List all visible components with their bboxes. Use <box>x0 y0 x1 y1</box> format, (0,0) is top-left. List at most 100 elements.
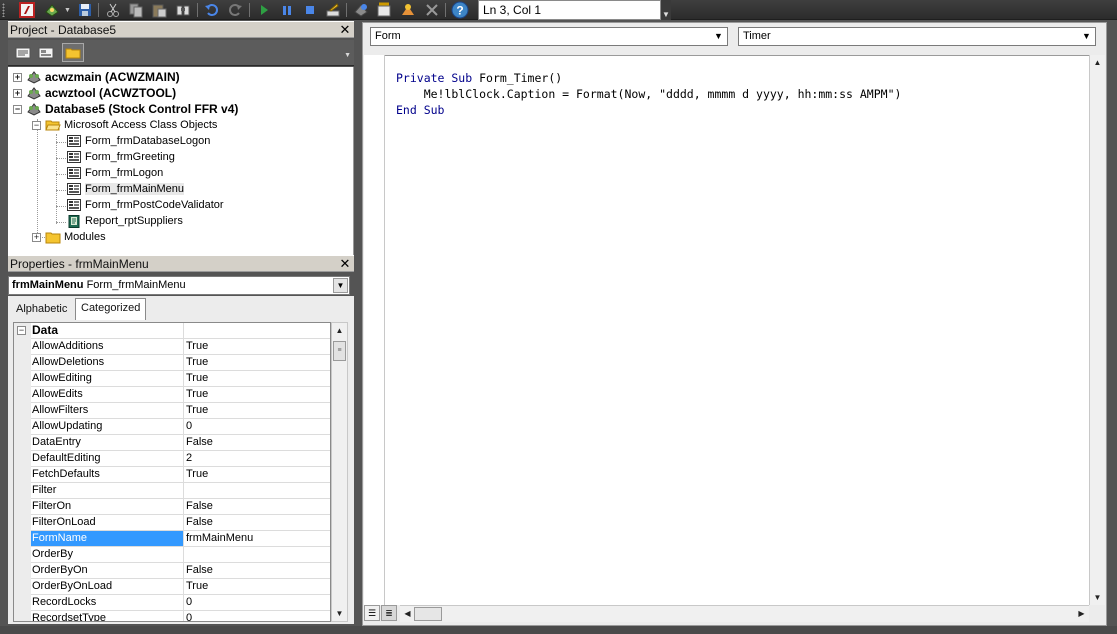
property-value[interactable]: False <box>185 435 330 450</box>
property-value[interactable]: False <box>185 563 330 578</box>
property-row[interactable]: AllowDeletions True <box>14 355 330 371</box>
scroll-up-icon[interactable]: ▲ <box>332 323 347 338</box>
view-access-icon[interactable] <box>17 1 37 19</box>
property-value[interactable]: True <box>185 467 330 482</box>
break-icon[interactable] <box>277 1 297 19</box>
property-row[interactable]: AllowEditing True <box>14 371 330 387</box>
tree-node-database5[interactable]: − Database5 (Stock Control FFR v4) <box>13 101 238 117</box>
tree-node-acwztool[interactable]: + acwztool (ACWZTOOL) <box>13 85 176 101</box>
procedure-view-icon[interactable]: ☰ <box>364 605 380 621</box>
property-row[interactable]: OrderByOn False <box>14 563 330 579</box>
toggle-folders-icon[interactable] <box>62 43 84 62</box>
help-icon[interactable]: ? <box>450 1 470 19</box>
scroll-left-icon[interactable]: ◀ <box>400 606 415 621</box>
property-row[interactable]: OrderBy <box>14 547 330 563</box>
toolbar-chevron-icon[interactable]: ▼ <box>344 52 351 59</box>
property-value[interactable]: False <box>185 515 330 530</box>
tree-node-form-frmpostcodevalidator[interactable]: Form_frmPostCodeValidator <box>66 197 224 213</box>
find-icon[interactable] <box>173 1 193 19</box>
view-code-icon[interactable] <box>12 43 34 62</box>
property-value[interactable]: 2 <box>185 451 330 466</box>
view-object-icon[interactable] <box>35 43 57 62</box>
margin-indicator-bar[interactable] <box>364 55 385 605</box>
property-row[interactable]: Filter <box>14 483 330 499</box>
property-row[interactable]: FilterOn False <box>14 499 330 515</box>
scroll-thumb[interactable]: ≡ <box>333 341 346 361</box>
object-combo[interactable]: Form ▼ <box>370 27 728 46</box>
property-value[interactable]: True <box>185 579 330 594</box>
run-icon[interactable] <box>254 1 274 19</box>
close-icon[interactable]: ✕ <box>338 257 352 271</box>
tab-categorized[interactable]: Categorized <box>75 298 147 320</box>
object-browser-icon[interactable] <box>398 1 418 19</box>
property-row[interactable]: FilterOnLoad False <box>14 515 330 531</box>
property-row[interactable]: OrderByOnLoad True <box>14 579 330 595</box>
tree-node-form-frmmainmenu[interactable]: Form_frmMainMenu <box>66 181 185 197</box>
toolbar-grip[interactable] <box>2 3 5 17</box>
tree-node-form-frmlogon[interactable]: Form_frmLogon <box>66 165 163 181</box>
property-row[interactable]: RecordsetType 0 <box>14 611 330 621</box>
tree-node-class-objects[interactable]: − Microsoft Access Class Objects <box>32 117 217 133</box>
scroll-down-icon[interactable]: ▼ <box>1090 590 1105 605</box>
category-row-data[interactable]: − Data <box>14 323 330 339</box>
property-row[interactable]: AllowAdditions True <box>14 339 330 355</box>
toolbox-icon[interactable] <box>422 1 442 19</box>
save-icon[interactable] <box>75 1 95 19</box>
code-vertical-scrollbar[interactable]: ▲ ▼ <box>1089 55 1105 605</box>
property-row[interactable]: AllowUpdating 0 <box>14 419 330 435</box>
reset-icon[interactable] <box>300 1 320 19</box>
design-mode-icon[interactable] <box>323 1 343 19</box>
chevron-down-icon[interactable]: ▼ <box>711 29 726 44</box>
toolbar-options-chevron[interactable]: ▼ <box>661 0 671 20</box>
property-value[interactable]: True <box>185 387 330 402</box>
scroll-up-icon[interactable]: ▲ <box>1090 55 1105 70</box>
code-line-1[interactable]: Private Sub Form_Timer() <box>396 70 562 86</box>
expand-icon[interactable]: + <box>13 88 22 98</box>
code-line-2[interactable]: Me!lblClock.Caption = Format(Now, "dddd,… <box>396 86 902 102</box>
tree-node-form-frmdatabaselogon[interactable]: Form_frmDatabaseLogon <box>66 133 210 149</box>
property-row[interactable]: AllowFilters True <box>14 403 330 419</box>
insert-module-icon[interactable] <box>42 1 62 19</box>
object-selector-combo[interactable]: frmMainMenu Form_frmMainMenu ▼ <box>8 276 350 295</box>
property-value[interactable]: True <box>185 403 330 418</box>
tree-node-acwzmain[interactable]: + acwzmain (ACWZMAIN) <box>13 69 180 85</box>
code-horizontal-scrollbar[interactable]: ◀ ▶ <box>400 605 1089 622</box>
property-value[interactable]: True <box>185 355 330 370</box>
property-row[interactable]: DataEntry False <box>14 435 330 451</box>
tree-node-modules[interactable]: + Modules <box>32 229 106 245</box>
chevron-down-icon[interactable]: ▼ <box>333 278 348 293</box>
project-explorer-icon[interactable] <box>351 1 371 19</box>
property-row[interactable]: DefaultEditing 2 <box>14 451 330 467</box>
properties-window-icon[interactable] <box>374 1 394 19</box>
property-value[interactable]: frmMainMenu <box>185 531 330 546</box>
property-value[interactable] <box>185 547 330 562</box>
expand-icon[interactable]: + <box>13 72 22 82</box>
collapse-icon[interactable]: − <box>13 104 22 114</box>
expand-icon[interactable]: + <box>32 232 41 242</box>
scroll-thumb[interactable] <box>414 607 442 621</box>
property-value[interactable]: 0 <box>185 419 330 434</box>
property-value[interactable]: False <box>185 499 330 514</box>
property-value[interactable]: 0 <box>185 595 330 610</box>
property-row[interactable]: RecordLocks 0 <box>14 595 330 611</box>
property-row[interactable]: FormName frmMainMenu <box>14 531 330 547</box>
tree-node-form-frmgreeting[interactable]: Form_frmGreeting <box>66 149 175 165</box>
property-value[interactable]: True <box>185 339 330 354</box>
scroll-down-icon[interactable]: ▼ <box>332 606 347 621</box>
full-module-view-icon[interactable]: ≣ <box>381 605 397 621</box>
insert-dropdown[interactable]: ▼ <box>63 1 72 19</box>
code-line-3[interactable]: End Sub <box>396 102 444 118</box>
procedure-combo[interactable]: Timer ▼ <box>738 27 1096 46</box>
collapse-icon[interactable]: − <box>32 120 41 130</box>
properties-scrollbar[interactable]: ▲ ≡ ▼ <box>331 322 348 622</box>
scroll-right-icon[interactable]: ▶ <box>1074 606 1089 621</box>
undo-icon[interactable] <box>202 1 222 19</box>
close-icon[interactable]: ✕ <box>338 23 352 37</box>
property-value[interactable]: 0 <box>185 611 330 621</box>
tree-node-report-rptsuppliers[interactable]: Report_rptSuppliers <box>66 213 183 229</box>
property-value[interactable]: True <box>185 371 330 386</box>
redo-icon[interactable] <box>225 1 245 19</box>
property-value[interactable] <box>185 483 330 498</box>
collapse-icon[interactable]: − <box>17 326 26 335</box>
tab-alphabetic[interactable]: Alphabetic <box>11 300 72 320</box>
